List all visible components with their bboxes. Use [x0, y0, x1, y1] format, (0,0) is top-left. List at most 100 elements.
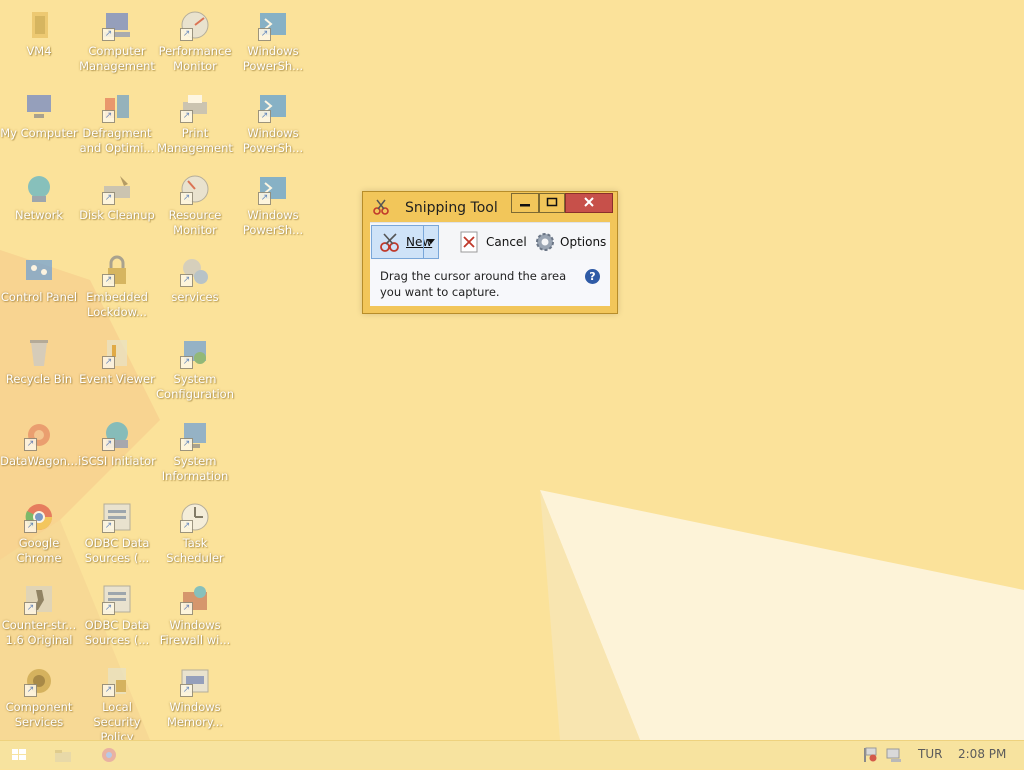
action-center-flag[interactable]: [860, 744, 880, 766]
maximize-icon: [546, 197, 558, 207]
powershell-icon: ↗: [256, 172, 290, 206]
title-bar[interactable]: Snipping Tool: [363, 192, 617, 222]
icon-label: Computer Management: [79, 44, 155, 73]
folder-icon: [55, 750, 71, 762]
desktop-icon-vm4[interactable]: VM4: [0, 8, 78, 59]
iscsi-initiator-icon: ↗: [100, 418, 134, 452]
event-viewer-icon: ↗: [100, 336, 134, 370]
icon-label: Print Management: [157, 126, 233, 155]
desktop-icon-control-panel[interactable]: Control Panel: [0, 254, 78, 305]
icon-label: Windows PowerSh...: [242, 208, 304, 237]
flag-icon: [864, 747, 877, 762]
chrome-icon: ↗: [22, 500, 56, 534]
desktop-icon-powershell-3[interactable]: ↗ Windows PowerSh...: [234, 172, 312, 238]
cancel-label: Cancel: [486, 235, 527, 249]
folder-icon: [22, 8, 56, 42]
desktop-icon-services[interactable]: ↗ services: [156, 254, 234, 305]
cancel-icon: [460, 231, 478, 253]
desktop-icon-windows-firewall[interactable]: ↗ Windows Firewall wi...: [156, 582, 234, 648]
desktop-icon-component-services[interactable]: ↗ Component Services: [0, 664, 78, 730]
toolbar: New Cancel Options: [370, 222, 610, 261]
taskbar: TUR 2:08 PM: [0, 740, 1024, 769]
window-title: Snipping Tool: [405, 200, 498, 216]
desktop-icon-odbc-2[interactable]: ↗ ODBC Data Sources (...: [78, 582, 156, 648]
desktop-icon-embedded-lockdown[interactable]: ↗ Embedded Lockdow...: [78, 254, 156, 320]
new-snip-dropdown[interactable]: [423, 226, 438, 258]
icon-label: Task Scheduler: [166, 536, 224, 565]
desktop-icon-defragment[interactable]: ↗ Defragment and Optimi...: [78, 90, 156, 156]
minimize-button[interactable]: [511, 193, 539, 213]
desktop-icon-local-security-policy[interactable]: ↗ Local Security Policy: [78, 664, 156, 745]
options-label: Options: [560, 235, 607, 249]
icon-label: DataWagon...: [0, 454, 78, 468]
desktop-icon-disk-cleanup[interactable]: ↗ Disk Cleanup: [78, 172, 156, 223]
desktop-icon-computer-management[interactable]: ↗ Computer Management: [78, 8, 156, 74]
desktop-icon-event-viewer[interactable]: ↗ Event Viewer: [78, 336, 156, 387]
close-button[interactable]: [565, 193, 613, 213]
firewall-icon: ↗: [178, 582, 212, 616]
counter-strike-icon: ↗: [22, 582, 56, 616]
icon-label: My Computer: [0, 126, 78, 140]
desktop-icon-system-information[interactable]: ↗ System Information: [156, 418, 234, 484]
desktop-icon-performance-monitor[interactable]: ↗ Performance Monitor: [156, 8, 234, 74]
minimize-icon: [520, 204, 530, 207]
new-snip-icon: [378, 231, 402, 253]
icon-label: ODBC Data Sources (...: [84, 536, 150, 565]
recycle-bin-icon: [22, 336, 56, 370]
network-icon: [886, 748, 901, 762]
icon-label: Windows PowerSh...: [242, 44, 304, 73]
icon-label: Recycle Bin: [5, 372, 73, 386]
snipping-tool-window[interactable]: Snipping Tool New Cancel Options Drag th…: [362, 191, 618, 314]
clock[interactable]: 2:08 PM: [958, 747, 1006, 761]
powershell-icon: ↗: [256, 90, 290, 124]
windows-logo-icon: [12, 749, 26, 760]
new-snip-button[interactable]: New: [371, 225, 439, 259]
icon-label: Windows Memory...: [166, 700, 224, 729]
desktop-icon-task-scheduler[interactable]: ↗ Task Scheduler: [156, 500, 234, 566]
input-language[interactable]: TUR: [918, 747, 942, 761]
cancel-button[interactable]: Cancel: [460, 225, 532, 259]
icon-label: Google Chrome: [16, 536, 62, 565]
print-management-icon: ↗: [178, 90, 212, 124]
icon-label: System Configuration: [156, 372, 234, 401]
icon-label: Control Panel: [0, 290, 78, 304]
taskbar-chrome[interactable]: [98, 744, 120, 766]
odbc-icon: ↗: [100, 500, 134, 534]
embedded-lockdown-icon: ↗: [100, 254, 134, 288]
desktop-icon-google-chrome[interactable]: ↗ Google Chrome: [0, 500, 78, 566]
datawagon-icon: ↗: [22, 418, 56, 452]
icon-label: Windows PowerSh...: [242, 126, 304, 155]
desktop-icon-print-management[interactable]: ↗ Print Management: [156, 90, 234, 156]
component-services-icon: ↗: [22, 664, 56, 698]
desktop-icon-datawagon[interactable]: ↗ DataWagon...: [0, 418, 78, 469]
instruction-text: Drag the cursor around the area you want…: [380, 269, 567, 299]
desktop-icon-powershell-2[interactable]: ↗ Windows PowerSh...: [234, 90, 312, 156]
desktop-icon-network[interactable]: Network: [0, 172, 78, 223]
desktop-icon-counter-strike[interactable]: ↗ Counter-str... 1.6 Original: [0, 582, 78, 648]
icon-label: Event Viewer: [79, 372, 155, 386]
icon-label: Defragment and Optimi...: [79, 126, 155, 155]
icon-label: Performance Monitor: [158, 44, 232, 73]
system-configuration-icon: ↗: [178, 336, 212, 370]
icon-label: Resource Monitor: [168, 208, 222, 237]
desktop-icon-my-computer[interactable]: My Computer: [0, 90, 78, 141]
close-icon: [584, 197, 594, 207]
desktop-icon-powershell-1[interactable]: ↗ Windows PowerSh...: [234, 8, 312, 74]
network-tray[interactable]: [884, 744, 904, 766]
chrome-icon: [102, 748, 116, 762]
taskbar-file-explorer[interactable]: [52, 744, 74, 766]
local-security-policy-icon: ↗: [100, 664, 134, 698]
desktop-icon-resource-monitor[interactable]: ↗ Resource Monitor: [156, 172, 234, 238]
maximize-button[interactable]: [539, 193, 565, 213]
desktop-icon-system-configuration[interactable]: ↗ System Configuration: [156, 336, 234, 402]
desktop-icon-recycle-bin[interactable]: Recycle Bin: [0, 336, 78, 387]
defragment-icon: ↗: [100, 90, 134, 124]
start-button[interactable]: [8, 744, 30, 766]
desktop-icon-windows-memory[interactable]: ↗ Windows Memory...: [156, 664, 234, 730]
disk-cleanup-icon: ↗: [100, 172, 134, 206]
icon-label: VM4: [26, 44, 52, 58]
options-button[interactable]: Options: [534, 225, 610, 259]
desktop-icon-odbc-1[interactable]: ↗ ODBC Data Sources (...: [78, 500, 156, 566]
help-icon[interactable]: ?: [585, 269, 600, 284]
desktop-icon-iscsi-initiator[interactable]: ↗ iSCSI Initiator: [78, 418, 156, 469]
